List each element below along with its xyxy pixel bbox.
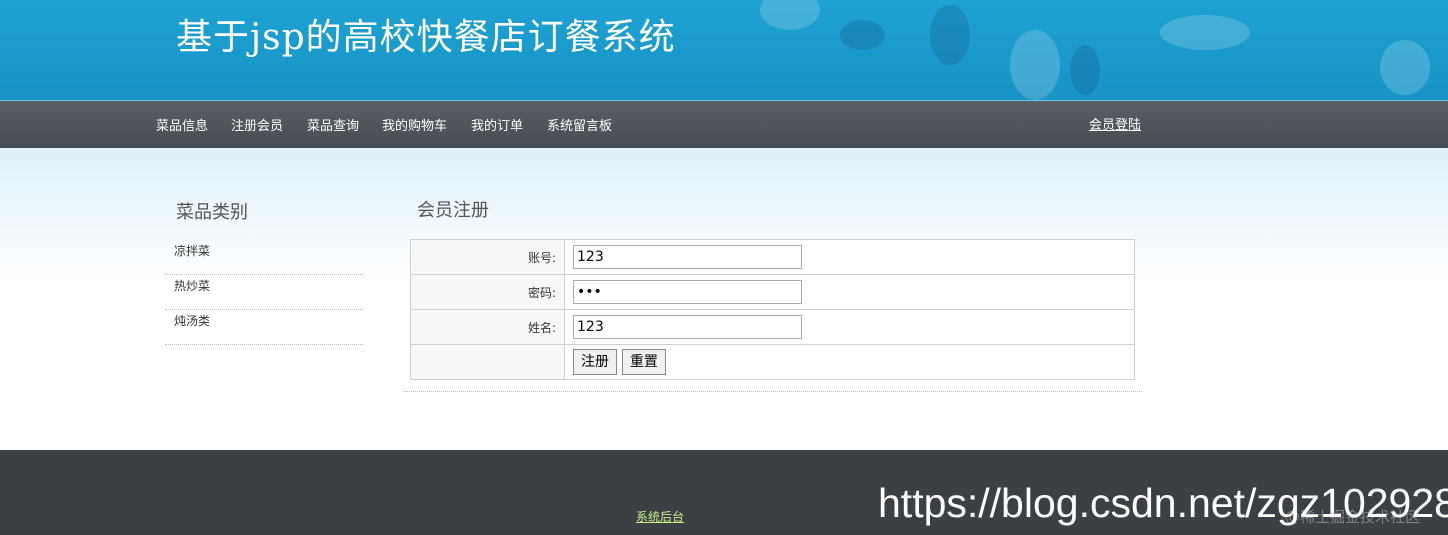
nav-item-cart[interactable]: 我的购物车 (382, 115, 447, 134)
banner-decoration (1070, 45, 1100, 95)
category-item[interactable]: 凉拌菜 (165, 240, 363, 275)
banner-decoration (840, 20, 885, 50)
banner-decoration (760, 0, 820, 30)
main-nav: 菜品信息 注册会员 菜品查询 我的购物车 我的订单 系统留言板 会员登陆 (0, 100, 1448, 148)
page-title: 会员注册 (417, 200, 489, 221)
category-label[interactable]: 炖汤类 (174, 312, 210, 329)
password-input[interactable] (573, 280, 802, 304)
category-label[interactable]: 凉拌菜 (174, 242, 210, 259)
nav-item-messages[interactable]: 系统留言板 (547, 115, 612, 134)
header-banner: 基于jsp的高校快餐店订餐系统 (0, 0, 1448, 100)
nav-item-orders[interactable]: 我的订单 (471, 115, 523, 134)
name-input[interactable] (573, 315, 802, 339)
content-area: 菜品类别 凉拌菜 热炒菜 炖汤类 会员注册 账号: 密码: 姓名: 注册 重置 (0, 148, 1448, 450)
sidebar-title: 菜品类别 (176, 202, 248, 223)
site-title: 基于jsp的高校快餐店订餐系统 (176, 17, 676, 58)
reset-button[interactable]: 重置 (621, 349, 666, 375)
nav-item-search[interactable]: 菜品查询 (307, 115, 359, 134)
category-item[interactable]: 热炒菜 (165, 275, 363, 310)
banner-decoration (1380, 40, 1430, 95)
nav-item-dishes[interactable]: 菜品信息 (156, 115, 208, 134)
register-button[interactable]: 注册 (573, 349, 617, 375)
password-label: 密码: (410, 274, 565, 310)
watermark: https://blog.csdn.net/zgz102928 (878, 480, 1448, 526)
action-label-cell (410, 344, 565, 380)
banner-decoration (930, 5, 970, 65)
member-login-link[interactable]: 会员登陆 (1089, 114, 1141, 133)
footer: 系统后台 @稀土掘金技术社区 https://blog.csdn.net/zgz… (0, 450, 1448, 535)
nav-item-register[interactable]: 注册会员 (231, 115, 283, 134)
category-label[interactable]: 热炒菜 (174, 277, 210, 294)
account-input[interactable] (573, 245, 802, 269)
name-label: 姓名: (410, 309, 565, 345)
category-item[interactable]: 炖汤类 (165, 310, 363, 345)
admin-link[interactable]: 系统后台 (636, 508, 684, 525)
banner-decoration (1010, 30, 1060, 100)
account-label: 账号: (410, 239, 565, 275)
divider (404, 391, 1142, 392)
register-form: 账号: 密码: 姓名: 注册 重置 (410, 239, 1135, 380)
banner-decoration (1160, 15, 1250, 50)
